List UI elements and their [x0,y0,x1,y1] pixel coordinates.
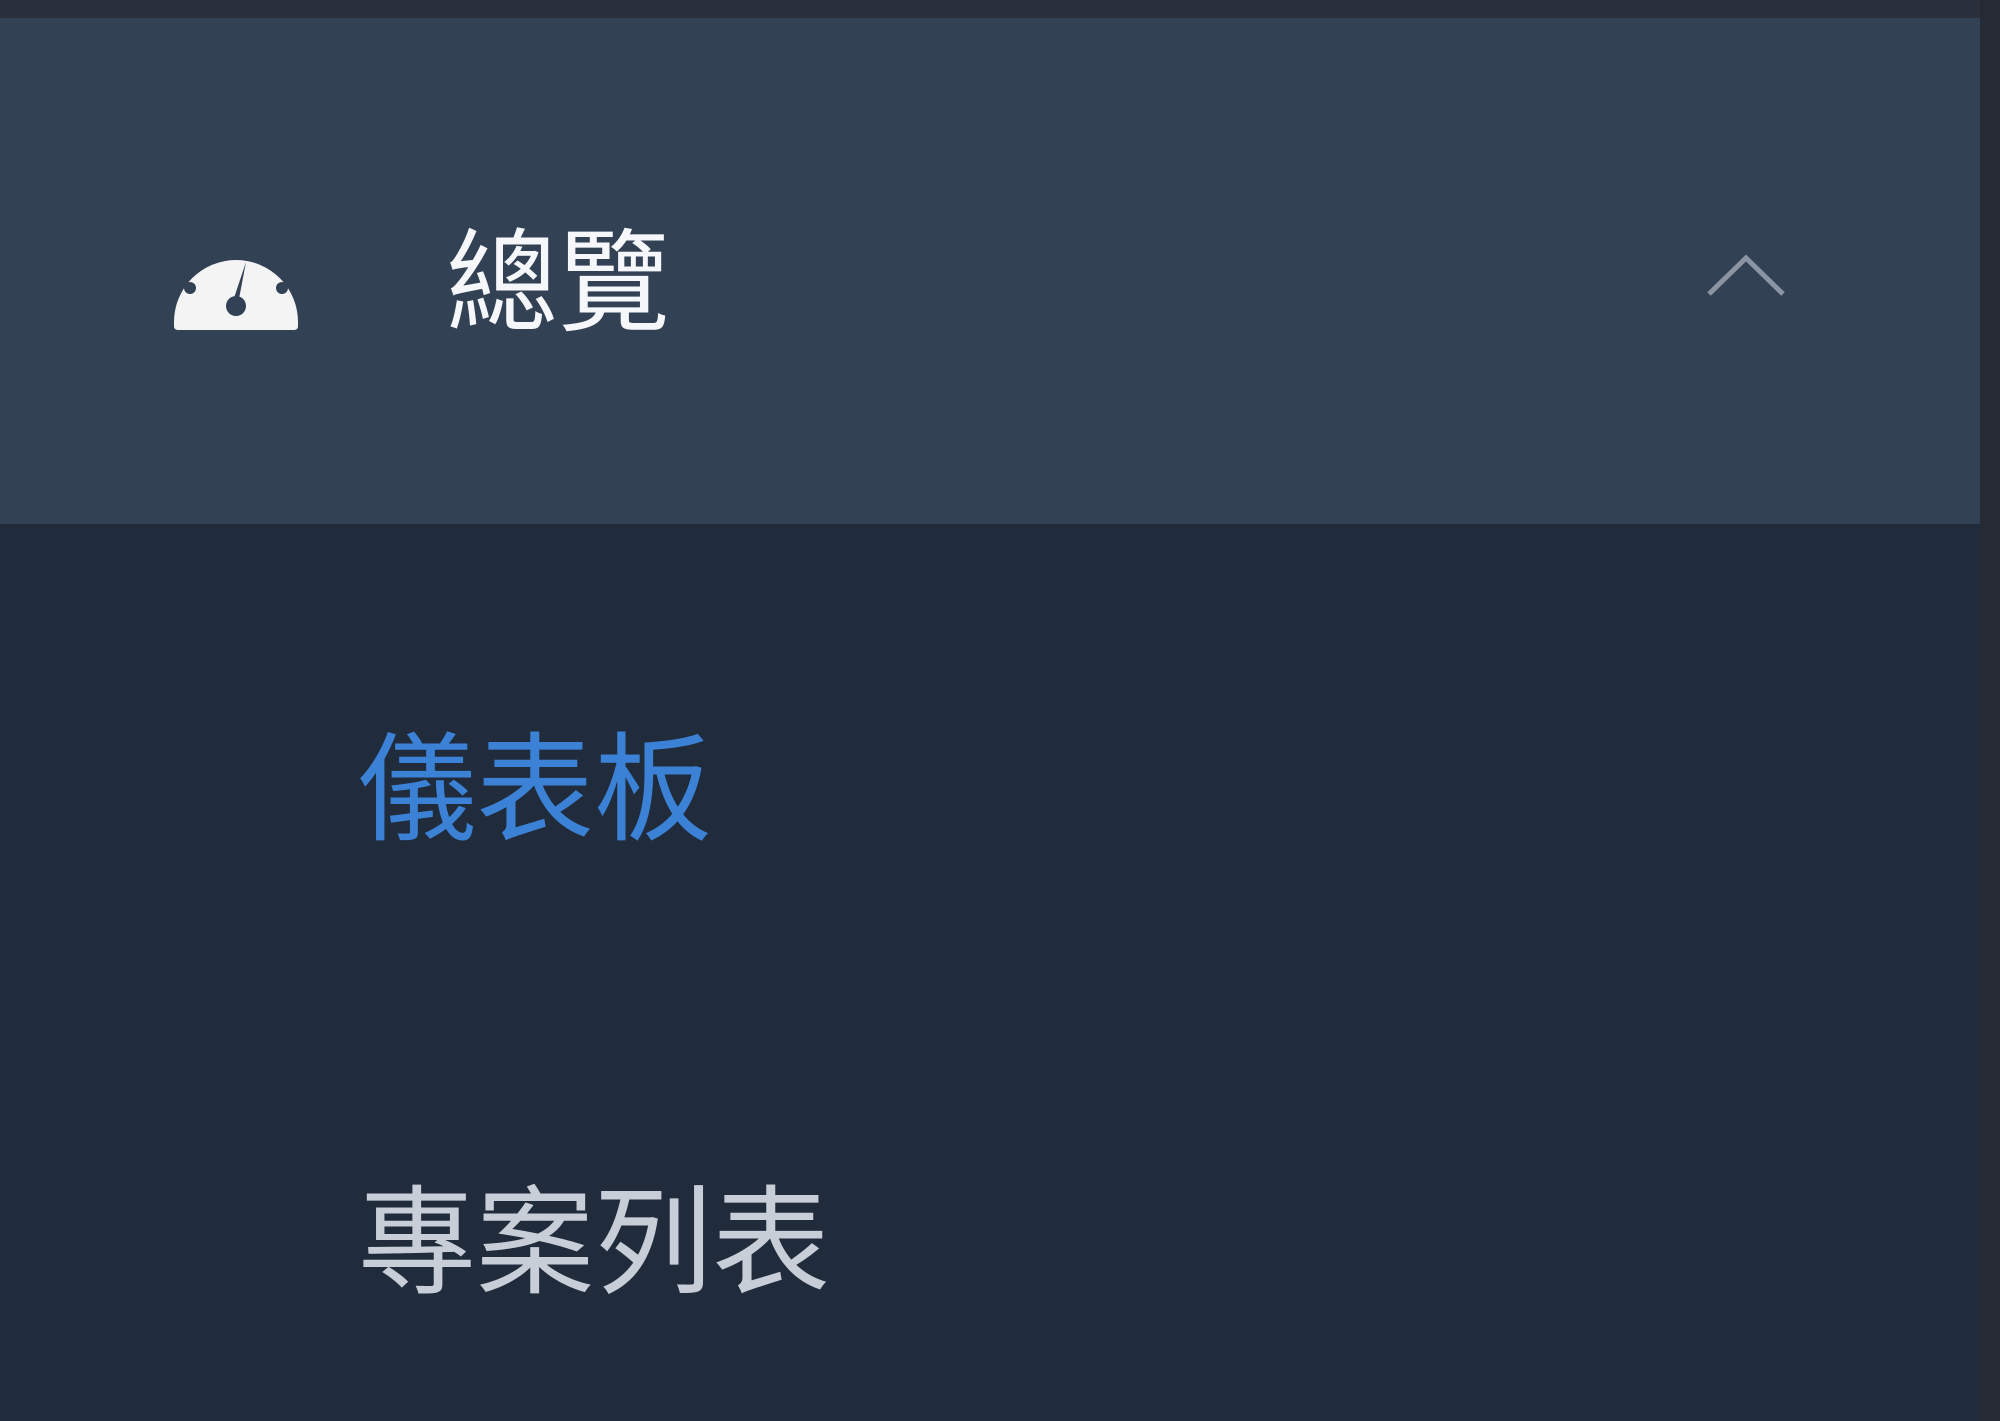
menu-group-overview[interactable]: 總覽 [0,18,1980,524]
window-edge [1980,0,2000,1421]
menu-group-label: 總覽 [446,219,670,349]
sidebar-menu: 總覽 儀表板 專案列表 [0,18,1980,1421]
menu-item-dashboard-label: 儀表板 [358,721,713,859]
top-bar [0,0,2000,18]
menu-item-project-list-label: 專案列表 [358,1174,831,1312]
menu-item-dashboard[interactable]: 儀表板 [0,690,1980,890]
menu-item-project-list[interactable]: 專案列表 [0,1143,1980,1343]
page: 總覽 儀表板 專案列表 [0,0,2000,1421]
gauge-icon [174,242,298,330]
chevron-up-icon[interactable] [1705,250,1787,300]
